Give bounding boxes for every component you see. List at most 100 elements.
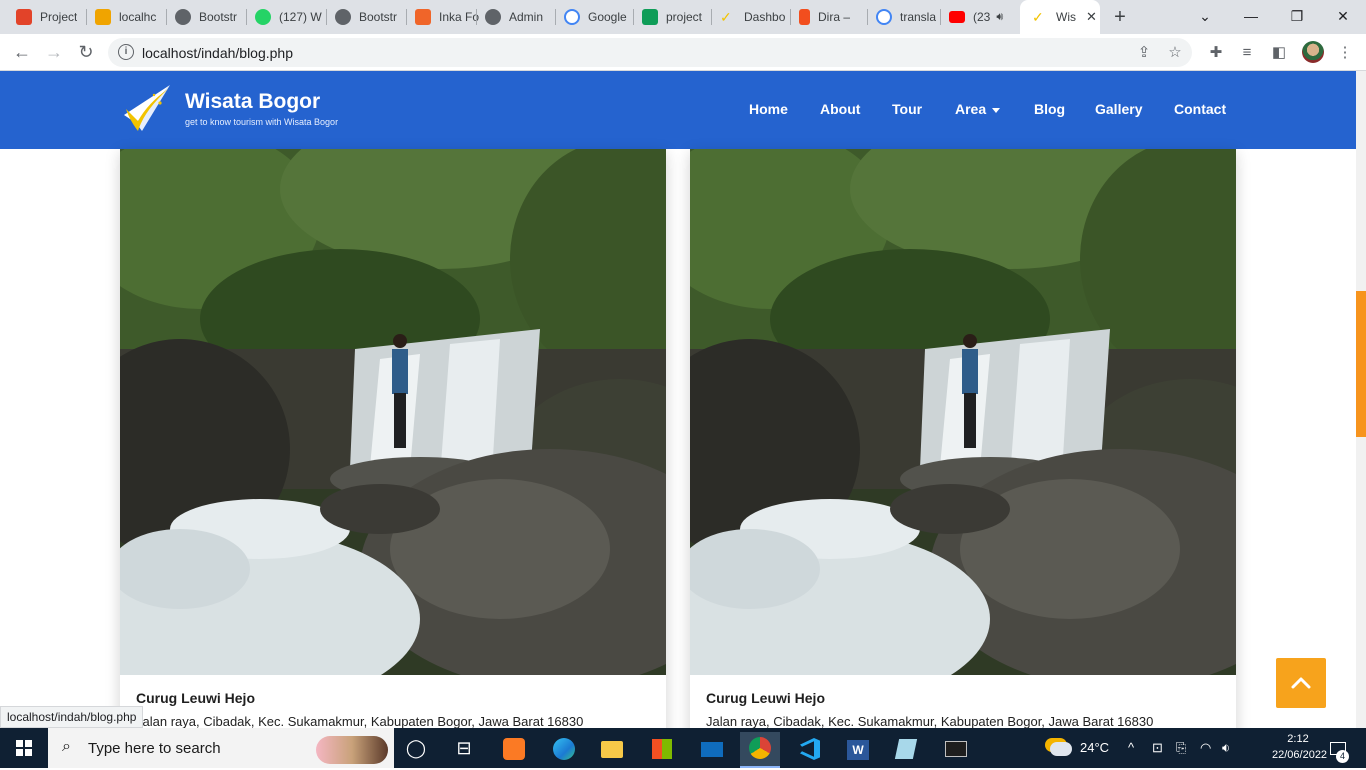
gitlab-icon: [16, 9, 32, 25]
nav-gallery[interactable]: Gallery: [1095, 101, 1142, 117]
word-app-icon[interactable]: W: [838, 732, 878, 768]
vscode-app-icon[interactable]: [790, 732, 830, 768]
caret-down-icon: [992, 107, 1001, 113]
weather-cloud-sun-icon[interactable]: [1050, 728, 1072, 768]
chevron-up-icon: [1291, 677, 1311, 689]
forward-arrow-icon[interactable]: →: [40, 38, 68, 66]
browser-tab[interactable]: ✓ Dashbo: [712, 0, 791, 34]
weather-temperature[interactable]: 24°C: [1080, 728, 1109, 768]
store-app-icon[interactable]: [642, 732, 682, 768]
meet-now-icon[interactable]: ⊡: [1152, 728, 1163, 768]
browser-tab[interactable]: localhc: [87, 0, 166, 34]
network-cable-icon[interactable]: ⎘: [1176, 728, 1186, 768]
browser-tab-strip: Project localhc Bootstr (127) W Bootstr …: [0, 0, 1366, 34]
browser-toolbar: ← → ↻ i localhost/indah/blog.php ⇪ ☆ ✚ ≡…: [0, 34, 1366, 71]
globe-icon: [175, 9, 191, 25]
notification-count: 4: [1336, 750, 1349, 763]
globe-icon: [485, 9, 501, 25]
close-window-button[interactable]: ✕: [1320, 0, 1366, 34]
edge-app-icon[interactable]: [544, 732, 584, 768]
browser-tab[interactable]: Bootstr: [327, 0, 406, 34]
file-explorer-icon[interactable]: [592, 732, 632, 768]
url-text[interactable]: localhost/indah/blog.php: [142, 45, 293, 61]
bookmark-star-icon[interactable]: ☆: [1165, 43, 1185, 63]
kebab-menu-icon[interactable]: ⋮: [1334, 42, 1356, 64]
back-to-top-button[interactable]: [1276, 658, 1326, 708]
page-scrollbar[interactable]: [1356, 71, 1366, 728]
waterfall-photo[interactable]: [690, 149, 1236, 675]
xampp-app-icon[interactable]: [494, 732, 534, 768]
browser-tab[interactable]: project: [634, 0, 713, 34]
tab-search-button[interactable]: ⌄: [1182, 0, 1228, 34]
globe-icon: [335, 9, 351, 25]
waterfall-photo[interactable]: [120, 149, 666, 675]
browser-tab[interactable]: Google: [556, 0, 635, 34]
card-address: Jalan raya, Cibadak, Kec. Sukamakmur, Ka…: [136, 714, 584, 728]
mail-app-icon[interactable]: [692, 732, 732, 768]
task-view-icon[interactable]: ◯: [396, 732, 436, 768]
paper-plane-logo-icon[interactable]: [120, 81, 174, 135]
sheets-icon: [642, 9, 658, 25]
browser-tab[interactable]: transla: [868, 0, 940, 34]
nav-blog[interactable]: Blog: [1034, 101, 1065, 117]
notification-center-icon[interactable]: 4: [1326, 728, 1350, 768]
blog-card[interactable]: Curug Leuwi Hejo Jalan raya, Cibadak, Ke…: [690, 149, 1236, 728]
clock-time: 2:12: [1287, 733, 1309, 745]
share-icon[interactable]: ⇪: [1134, 43, 1154, 63]
wifi-icon[interactable]: ◠: [1200, 728, 1211, 768]
clock-date: 22/06/2022: [1272, 749, 1328, 761]
extensions-puzzle-icon[interactable]: ✚: [1205, 42, 1227, 64]
page-viewport: Wisata Bogor get to know tourism with Wi…: [0, 71, 1366, 728]
phpmyadmin-icon: [95, 9, 111, 25]
chrome-app-icon[interactable]: [740, 732, 780, 768]
volume-icon[interactable]: 🔉︎: [1222, 728, 1230, 768]
search-placeholder: Type here to search: [88, 740, 221, 757]
browser-tab[interactable]: (23 🔊︎: [941, 0, 1019, 34]
browser-tab[interactable]: Inka Fo: [407, 0, 486, 34]
youtube-icon: [949, 11, 965, 23]
widgets-icon[interactable]: ⊟: [444, 732, 484, 768]
address-bar[interactable]: i localhost/indah/blog.php ⇪ ☆: [108, 38, 1192, 67]
browser-tab[interactable]: Project: [0, 0, 86, 34]
nav-contact[interactable]: Contact: [1174, 101, 1226, 117]
minimize-button[interactable]: —: [1228, 0, 1274, 34]
media-control-icon[interactable]: ≡: [1236, 42, 1258, 64]
html5-icon: [415, 9, 431, 25]
chevron-up-tray-icon[interactable]: ^: [1128, 728, 1134, 768]
google-icon: [564, 9, 580, 25]
nav-about[interactable]: About: [820, 101, 860, 117]
nav-home[interactable]: Home: [749, 101, 788, 117]
card-title[interactable]: Curug Leuwi Hejo: [706, 690, 825, 706]
link-status-bubble: localhost/indah/blog.php: [0, 706, 144, 728]
windows-start-icon[interactable]: [0, 728, 48, 768]
card-title[interactable]: Curug Leuwi Hejo: [136, 690, 255, 706]
browser-tab[interactable]: Admin: [477, 0, 556, 34]
reload-icon[interactable]: ↻: [72, 38, 100, 66]
brand-title[interactable]: Wisata Bogor: [185, 90, 320, 114]
brand-tagline: get to know tourism with Wisata Bogor: [185, 117, 339, 127]
taskbar-clock[interactable]: 2:12 22/06/2022: [1272, 731, 1328, 763]
site-info-icon[interactable]: i: [118, 44, 134, 60]
scrollbar-thumb[interactable]: [1356, 291, 1366, 437]
back-arrow-icon[interactable]: ←: [8, 38, 36, 66]
taskbar-search-input[interactable]: ⌕ Type here to search: [48, 728, 394, 768]
restore-button[interactable]: ❐: [1274, 0, 1320, 34]
browser-tab-active[interactable]: ✓ Wis ✕: [1020, 0, 1100, 34]
close-tab-icon[interactable]: ✕: [1086, 9, 1097, 25]
notepad-app-icon[interactable]: [886, 732, 926, 768]
side-panel-icon[interactable]: ◧: [1268, 42, 1290, 64]
whatsapp-icon: [255, 9, 271, 25]
blog-card[interactable]: Curug Leuwi Hejo Jalan raya, Cibadak, Ke…: [120, 149, 666, 728]
browser-tab[interactable]: Bootstr: [167, 0, 246, 34]
browser-tab[interactable]: (127) W: [247, 0, 326, 34]
audio-playing-icon[interactable]: 🔊︎: [996, 11, 1003, 24]
card-address: Jalan raya, Cibadak, Kec. Sukamakmur, Ka…: [706, 714, 1154, 728]
nav-tour[interactable]: Tour: [892, 101, 922, 117]
nav-area-dropdown[interactable]: Area: [955, 101, 1001, 117]
site-navbar: Wisata Bogor get to know tourism with Wi…: [0, 71, 1356, 149]
browser-tab[interactable]: Dira –: [791, 0, 867, 34]
profile-avatar[interactable]: [1302, 41, 1324, 63]
search-highlight-illustration-icon: [316, 736, 388, 764]
new-tab-button[interactable]: +: [1109, 4, 1131, 30]
terminal-app-icon[interactable]: [936, 732, 976, 768]
